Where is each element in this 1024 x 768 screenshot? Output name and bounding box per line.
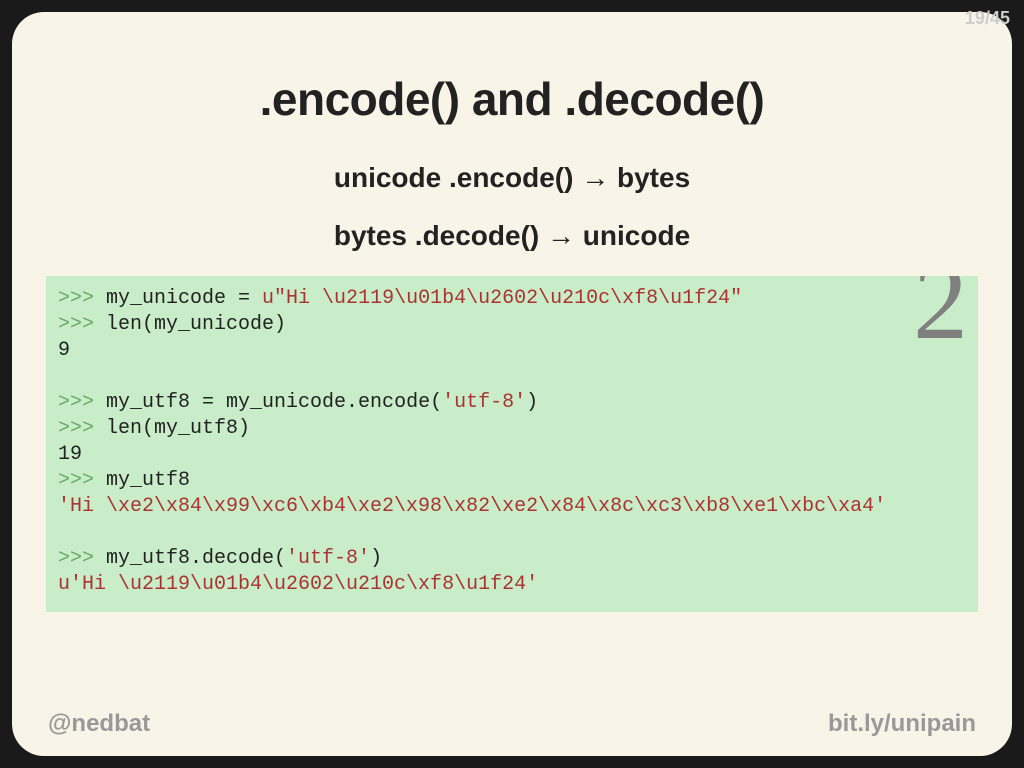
code-line: >>> my_utf8.decode('utf-8') <box>58 546 966 572</box>
code-output: u'Hi \u2119\u01b4\u2602\u210c\xf8\u1f24' <box>58 572 966 598</box>
code-output: 9 <box>58 338 966 364</box>
code-line: >>> my_utf8 = my_unicode.encode('utf-8') <box>58 390 966 416</box>
slide: .encode() and .decode() unicode .encode(… <box>12 12 1012 756</box>
code-output: 19 <box>58 442 966 468</box>
footer-url: bit.ly/unipain <box>828 710 976 738</box>
code-output: 'Hi \xe2\x84\x99\xc6\xb4\xe2\x98\x82\xe2… <box>58 494 966 520</box>
code-blank <box>58 364 966 390</box>
footer-handle: @nedbat <box>48 710 150 738</box>
subtitle-decode: bytes .decode() → unicode <box>12 220 1012 252</box>
page-counter: 19/45 <box>965 8 1010 29</box>
code-line: >>> my_utf8 <box>58 468 966 494</box>
code-block: 2>>> my_unicode = u"Hi \u2119\u01b4\u260… <box>46 276 978 612</box>
code-blank <box>58 520 966 546</box>
code-line: >>> my_unicode = u"Hi \u2119\u01b4\u2602… <box>58 286 966 312</box>
code-line: >>> len(my_utf8) <box>58 416 966 442</box>
subtitle-encode: unicode .encode() → bytes <box>12 162 1012 194</box>
slide-footer: @nedbat bit.ly/unipain <box>48 710 976 738</box>
code-line: >>> len(my_unicode) <box>58 312 966 338</box>
slide-title: .encode() and .decode() <box>12 72 1012 126</box>
